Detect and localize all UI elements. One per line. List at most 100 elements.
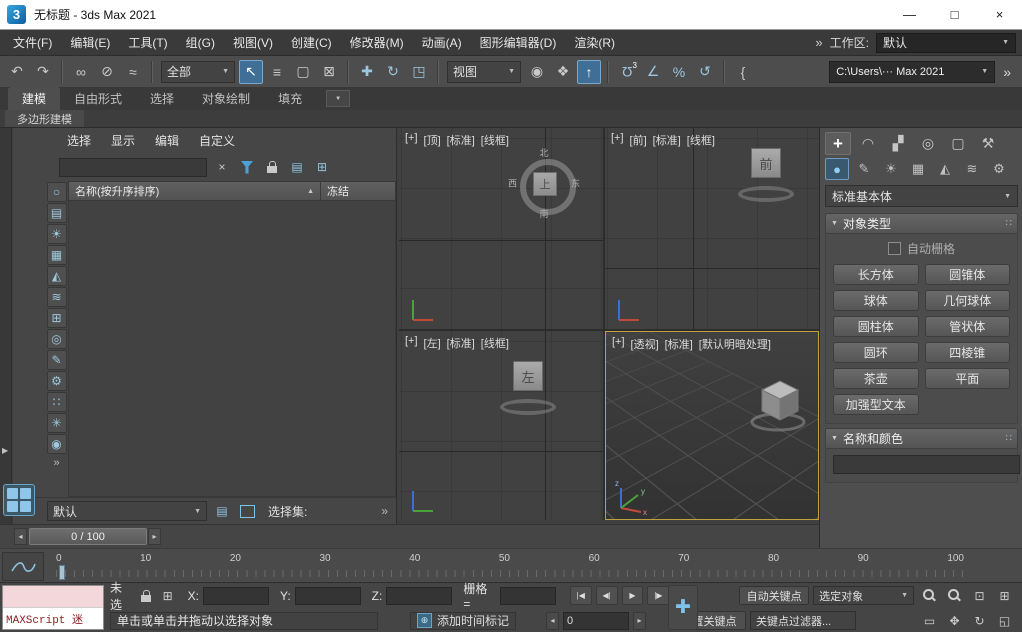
ribbon-tab-populate[interactable]: 填充 <box>264 87 316 110</box>
previous-frame-button[interactable]: ◀| <box>595 586 618 605</box>
use-pivot-point-button[interactable]: ◉ <box>525 60 549 84</box>
maximize-button[interactable]: □ <box>932 0 977 30</box>
expand-strip-arrow-icon[interactable]: ▶ <box>2 446 8 455</box>
display-visibility-icon[interactable]: ◉ <box>46 434 67 454</box>
play-button[interactable]: ▶ <box>621 586 644 605</box>
menu-edit[interactable]: 编辑(E) <box>61 34 119 51</box>
primitive-plane-button[interactable]: 平面 <box>924 368 1010 389</box>
y-coordinate-field[interactable] <box>294 586 361 605</box>
percent-snap-toggle-button[interactable]: % <box>667 60 691 84</box>
mini-curve-editor-button[interactable] <box>2 552 44 581</box>
category-shapes-icon[interactable]: ✎ <box>852 158 876 180</box>
viewcube-compass-ring[interactable] <box>738 186 794 202</box>
category-helpers-icon[interactable]: ◭ <box>933 158 957 180</box>
category-lights-icon[interactable]: ☀ <box>879 158 903 180</box>
time-tag-button[interactable]: ⊕ 添加时间标记 <box>410 611 517 630</box>
viewcube[interactable]: 北 南 西 东 上 <box>508 148 580 219</box>
zoom-region-button[interactable]: ▭ <box>918 611 941 631</box>
ribbon-panel-polygon-modeling[interactable]: 多边形建模 <box>5 110 84 127</box>
viewport-renderer-menu[interactable]: [标准] <box>653 132 681 148</box>
viewport-front[interactable]: [+] [前] [标准] [线框] 前 <box>605 128 819 329</box>
menu-tools[interactable]: 工具(T) <box>119 34 176 51</box>
menu-views[interactable]: 视图(V) <box>224 34 282 51</box>
menu-create[interactable]: 创建(C) <box>282 34 341 51</box>
menu-modifiers[interactable]: 修改器(M) <box>341 34 413 51</box>
close-button[interactable]: × <box>977 0 1022 30</box>
viewport-shading-menu[interactable]: [线框] <box>481 335 509 351</box>
category-systems-icon[interactable]: ⚙ <box>987 158 1011 180</box>
tab-display[interactable]: ▢ <box>945 132 971 155</box>
unlink-selection-button[interactable]: ⊘ <box>95 60 119 84</box>
z-coordinate-field[interactable] <box>386 586 453 605</box>
explorer-menu-display[interactable]: 显示 <box>101 132 145 149</box>
track-bar-ruler[interactable]: 0 10 20 30 40 50 60 70 80 90 100 <box>48 551 972 580</box>
selected-objects-dropdown[interactable]: 选定对象 ▼ <box>813 586 915 605</box>
tab-modify[interactable]: ◠ <box>855 132 881 155</box>
go-to-start-button[interactable]: |◀ <box>569 586 592 605</box>
explorer-menu-edit[interactable]: 编辑 <box>145 132 189 149</box>
ribbon-tab-modeling[interactable]: 建模 <box>8 87 61 110</box>
rectangular-selection-region-button[interactable]: ▢ <box>291 60 315 84</box>
key-filters-button[interactable]: 关键点过滤器... <box>750 611 857 630</box>
viewport-general-menu[interactable]: [+] <box>405 335 418 351</box>
viewport-renderer-menu[interactable]: [标准] <box>665 336 693 352</box>
viewport-left[interactable]: [+] [左] [标准] [线框] 左 <box>399 331 603 520</box>
orbit-button[interactable]: ↻ <box>968 611 991 631</box>
viewcube-front-face[interactable]: 前 <box>751 148 781 178</box>
primitive-cylinder-button[interactable]: 圆柱体 <box>833 316 919 337</box>
viewport-general-menu[interactable]: [+] <box>405 132 418 148</box>
tab-hierarchy[interactable]: ▞ <box>885 132 911 155</box>
primitive-teapot-button[interactable]: 茶壶 <box>833 368 919 389</box>
explorer-object-list[interactable] <box>68 201 396 497</box>
primitive-torus-button[interactable]: 圆环 <box>833 342 919 363</box>
viewcube[interactable]: 左 <box>493 359 563 415</box>
viewport-pov-menu[interactable]: [前] <box>630 132 647 148</box>
primitive-box-button[interactable]: 长方体 <box>833 264 919 285</box>
filter-funnel-icon[interactable] <box>237 157 257 177</box>
display-xrefs-icon[interactable]: ◎ <box>46 329 67 349</box>
display-toolbar-overflow-icon[interactable]: » <box>53 457 59 469</box>
select-children-icon[interactable]: ⊞ <box>312 157 332 177</box>
display-groups-icon[interactable]: ⊞ <box>46 308 67 328</box>
tab-utilities[interactable]: ⚒ <box>975 132 1001 155</box>
zoom-extents-button[interactable]: ⊡ <box>968 586 991 606</box>
viewcube-compass-ring[interactable] <box>500 399 556 415</box>
display-lights-icon[interactable]: ☀ <box>46 224 67 244</box>
primitive-cone-button[interactable]: 圆锥体 <box>924 264 1010 285</box>
select-and-manipulate-button[interactable]: ❖ <box>551 60 575 84</box>
grid-size-field[interactable] <box>499 586 556 605</box>
display-helpers-icon[interactable]: ◭ <box>46 266 67 286</box>
viewport-pov-menu[interactable]: [左] <box>424 335 441 351</box>
search-clear-icon[interactable]: × <box>212 157 232 177</box>
viewport-layout-tabs-button[interactable] <box>3 484 35 516</box>
x-coordinate-field[interactable] <box>202 586 269 605</box>
select-by-name-button[interactable]: ≡ <box>265 60 289 84</box>
select-and-link-button[interactable]: ∞ <box>69 60 93 84</box>
explorer-preset-dropdown[interactable]: 默认 ▼ <box>47 501 207 521</box>
primitive-tube-button[interactable]: 管状体 <box>924 316 1010 337</box>
explorer-menu-select[interactable]: 选择 <box>57 132 101 149</box>
primitive-category-dropdown[interactable]: 标准基本体 ▼ <box>825 185 1018 207</box>
spinner-snap-toggle-button[interactable]: ↺ <box>693 60 717 84</box>
menu-group[interactable]: 组(G) <box>177 34 224 51</box>
display-materials-icon[interactable]: ∷ <box>46 392 67 412</box>
viewport-pov-menu[interactable]: [透视] <box>631 336 659 352</box>
tab-create[interactable]: + <box>825 132 851 155</box>
set-key-big-button[interactable]: ✚ <box>668 585 698 630</box>
project-folder-dropdown[interactable]: C:\Users\··· Max 2021 ▼ <box>829 60 996 83</box>
viewport-general-menu[interactable]: [+] <box>612 336 625 352</box>
layer-explorer-icon[interactable]: ▤ <box>212 501 232 521</box>
viewport-top[interactable]: [+] [顶] [标准] [线框] 北 南 西 东 上 <box>399 128 603 329</box>
display-space-warps-icon[interactable]: ≋ <box>46 287 67 307</box>
category-space-warps-icon[interactable]: ≋ <box>960 158 984 180</box>
viewport-pov-menu[interactable]: [顶] <box>424 132 441 148</box>
viewcube[interactable]: 前 <box>731 146 801 202</box>
toolbar-overflow-icon[interactable]: » <box>997 64 1017 80</box>
menubar-overflow-icon[interactable]: » <box>815 35 822 50</box>
zoom-extents-all-button[interactable]: ⊞ <box>993 586 1016 606</box>
minimize-button[interactable]: — <box>887 0 932 30</box>
viewport-perspective[interactable]: [+] [透视] [标准] [默认明暗处理] z x y <box>605 331 819 520</box>
freeze-column-header[interactable]: 冻结 <box>320 182 395 200</box>
viewcube-top-face[interactable]: 上 <box>533 172 557 196</box>
menu-graph-editors[interactable]: 图形编辑器(D) <box>471 34 566 51</box>
